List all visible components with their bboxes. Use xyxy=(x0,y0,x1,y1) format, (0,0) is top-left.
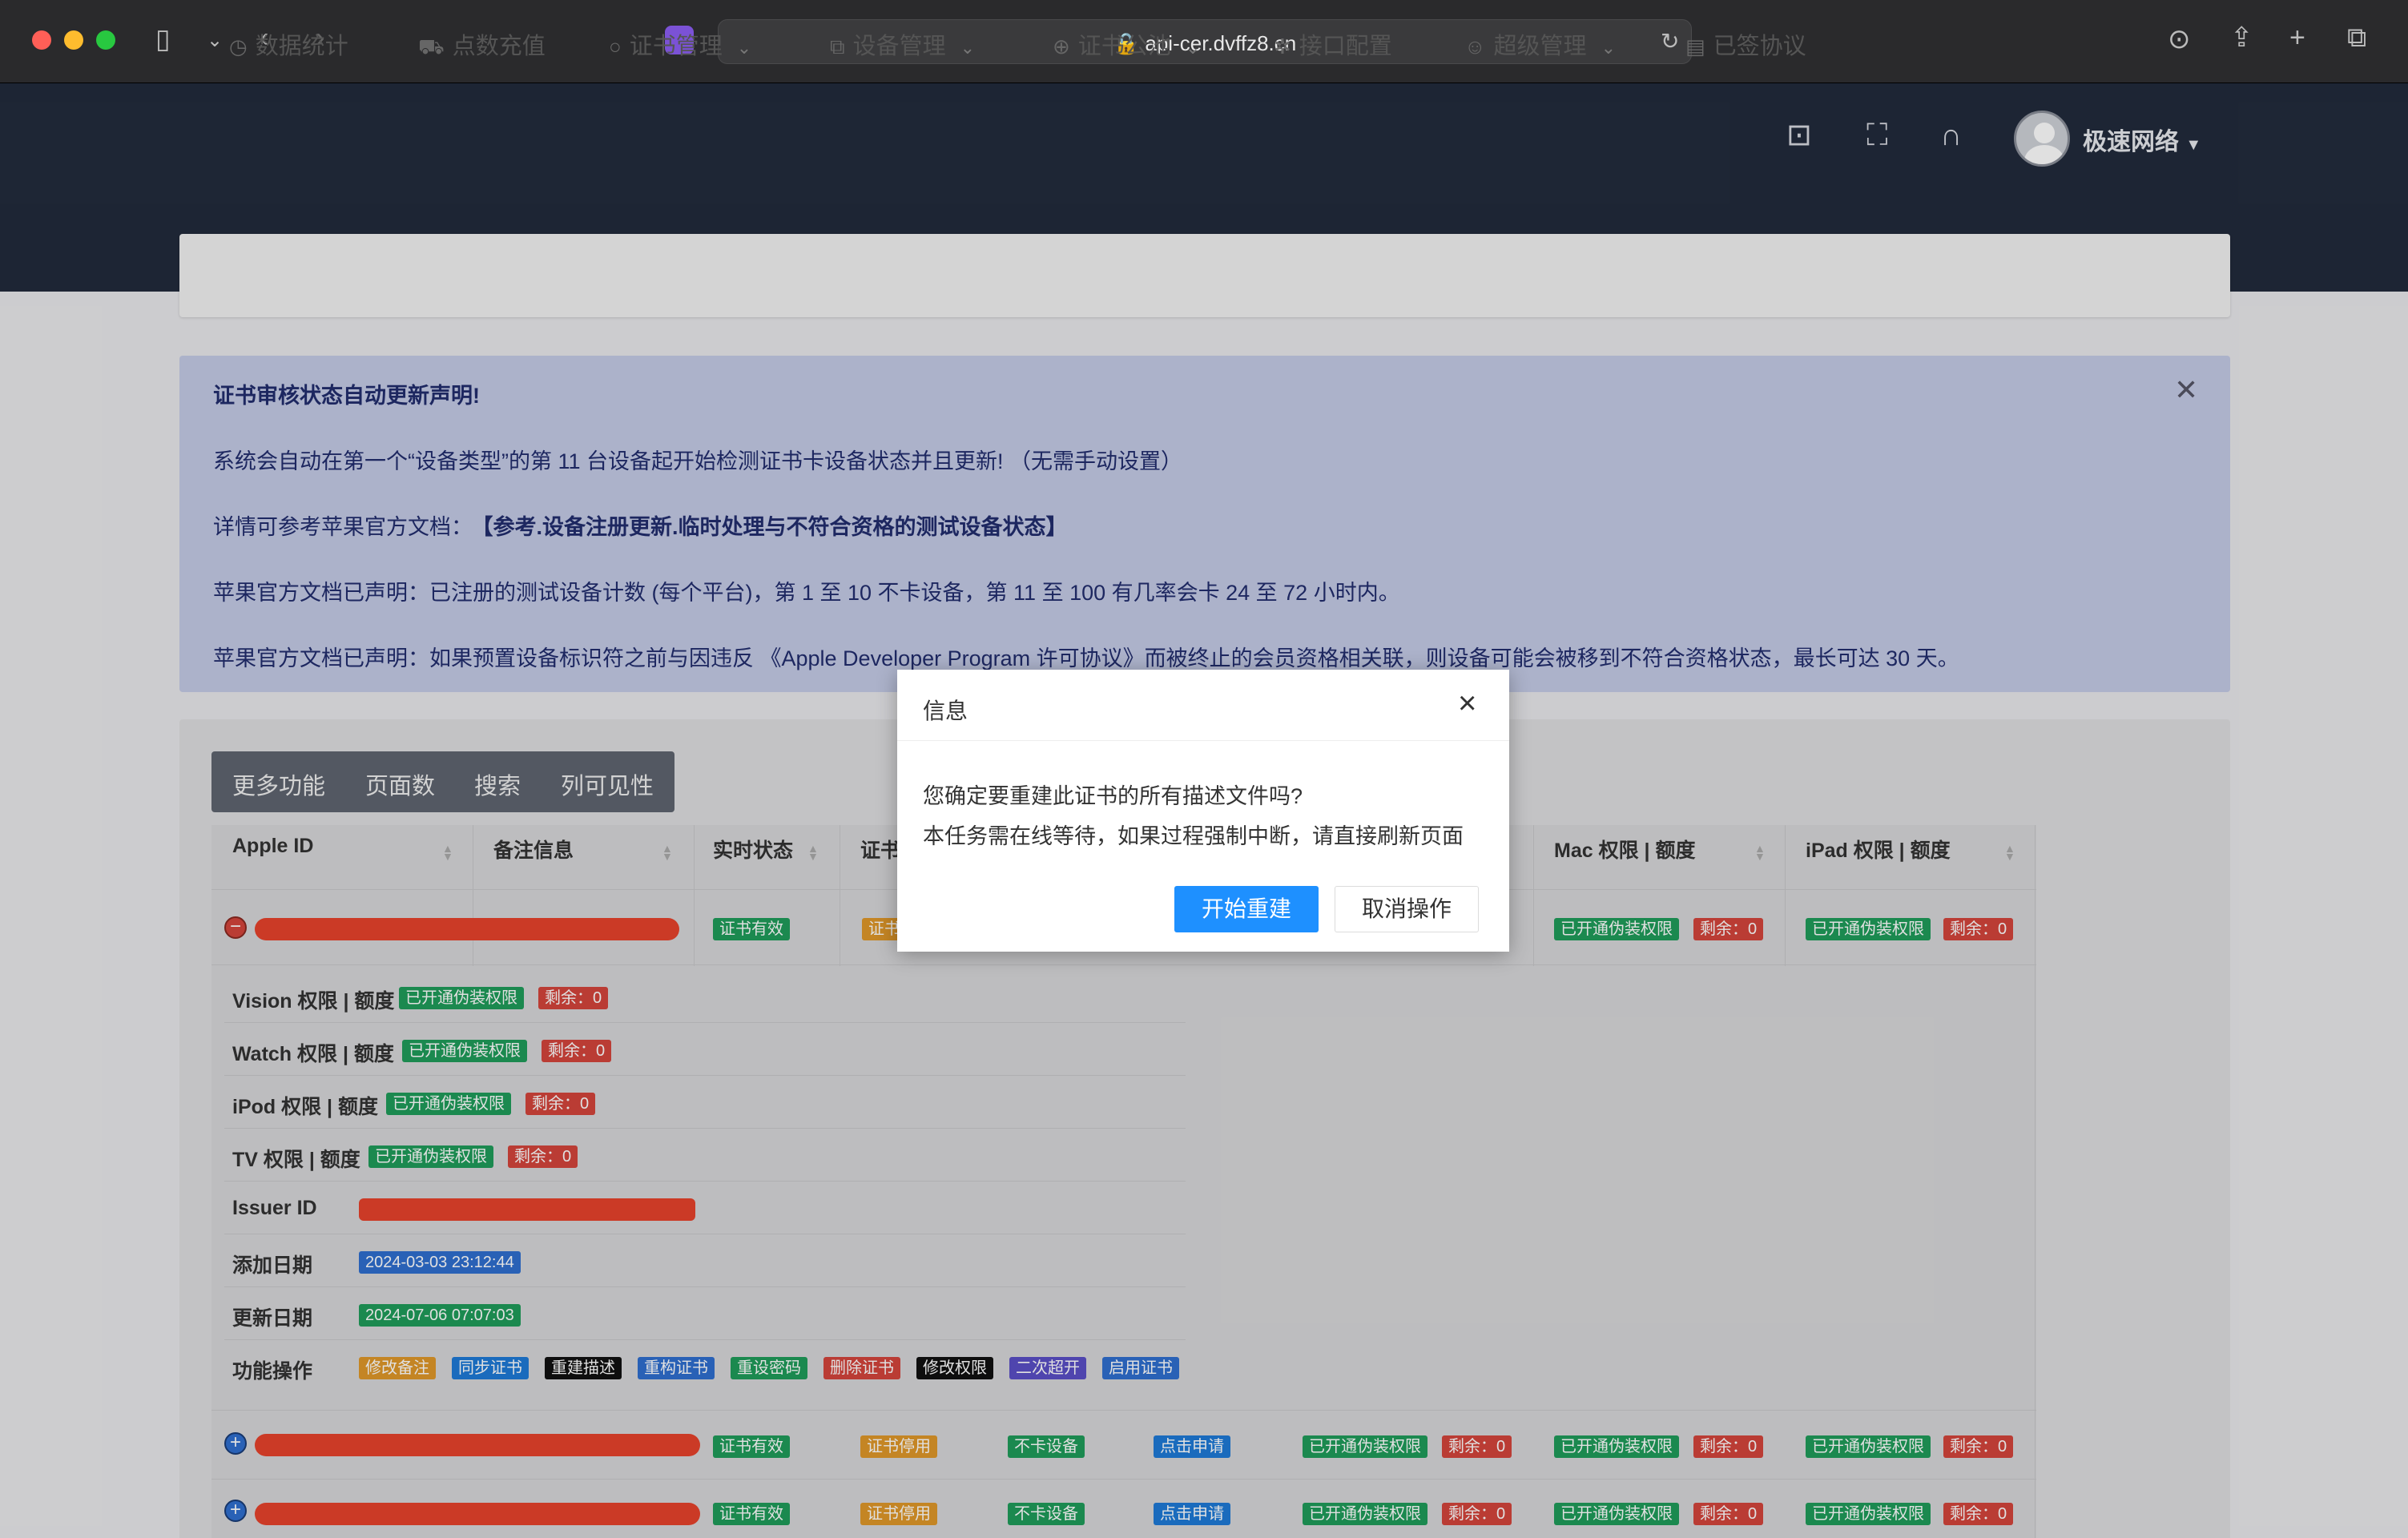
nav-item-super-manage[interactable]: ☺ 超级管理 ⌄ xyxy=(1464,27,1616,61)
reload-icon[interactable]: ↻ xyxy=(1661,28,1679,55)
chevron-down-icon[interactable]: ⌄ xyxy=(207,27,223,54)
cart-icon: ⛟ xyxy=(418,34,445,58)
close-window-button[interactable] xyxy=(32,30,51,50)
user-circle-icon: ☺ xyxy=(1464,34,1486,58)
sidebar-icon[interactable]: ▯ xyxy=(155,26,171,53)
gear-icon: ✲ xyxy=(1274,34,1291,58)
nav-label: 点数充值 xyxy=(452,34,546,59)
nav-label: 数据统计 xyxy=(255,34,348,59)
start-rebuild-button[interactable]: 开始重建 xyxy=(1174,886,1319,932)
maximize-window-button[interactable] xyxy=(96,30,115,50)
dialog-message: 您确定要重建此证书的所有描述文件吗? xyxy=(923,784,1303,808)
nav-item-stats[interactable]: ◷ 数据统计 xyxy=(229,27,348,61)
clock-icon: ◷ xyxy=(229,34,248,58)
nav-item-signed-agreement[interactable]: ▤ 已签协议 xyxy=(1685,27,1806,61)
nav-label: 超级管理 xyxy=(1493,34,1587,59)
chevron-down-icon: ⌄ xyxy=(736,38,752,58)
download-icon[interactable]: ⊙ xyxy=(2168,26,2191,53)
plus-circle-icon: ⊕ xyxy=(1053,34,1070,58)
dialog-title: 信息 xyxy=(923,699,968,723)
device-icon: ⧉ xyxy=(830,34,845,58)
nav-label: 证书管理 xyxy=(629,34,723,59)
nav-label: 接口配置 xyxy=(1299,34,1392,59)
nav-label: 证书公池 xyxy=(1077,34,1171,59)
nav-item-cert-manage[interactable]: ○ 证书管理 ⌄ xyxy=(609,27,751,61)
chevron-down-icon: ⌄ xyxy=(1185,38,1201,58)
circle-icon: ○ xyxy=(609,34,622,58)
new-tab-icon[interactable]: + xyxy=(2289,24,2305,51)
nav-item-cert-pool[interactable]: ⊕ 证书公池 ⌄ xyxy=(1053,27,1200,61)
minimize-window-button[interactable] xyxy=(64,30,83,50)
tab-overview-icon[interactable]: ⧉ xyxy=(2347,24,2366,51)
cancel-button[interactable]: 取消操作 xyxy=(1335,886,1479,932)
nav-item-api-config[interactable]: ✲ 接口配置 xyxy=(1274,27,1392,61)
divider xyxy=(897,740,1509,741)
dialog-message: 本任务需在线等待，如果过程强制中断，请直接刷新页面 xyxy=(923,824,1464,848)
chevron-down-icon: ⌄ xyxy=(1601,38,1616,58)
chevron-down-icon: ⌄ xyxy=(960,38,976,58)
close-icon[interactable]: × xyxy=(1458,686,1476,722)
browser-toolbar: ▯ ⌄ ‹ › 🔒 api-cer.dvffz8.cn ↻ ⊙ ⇪ + ⧉ xyxy=(0,0,2408,83)
nav-label: 已签协议 xyxy=(1713,34,1806,59)
nav-label: 设备管理 xyxy=(852,34,946,59)
nav-item-device-manage[interactable]: ⧉ 设备管理 ⌄ xyxy=(830,27,975,61)
confirm-dialog: 信息 × 您确定要重建此证书的所有描述文件吗? 本任务需在线等待，如果过程强制中… xyxy=(897,670,1509,952)
document-icon: ▤ xyxy=(1685,34,1705,58)
share-icon[interactable]: ⇪ xyxy=(2230,24,2253,51)
nav-item-recharge[interactable]: ⛟ 点数充值 xyxy=(418,27,546,62)
